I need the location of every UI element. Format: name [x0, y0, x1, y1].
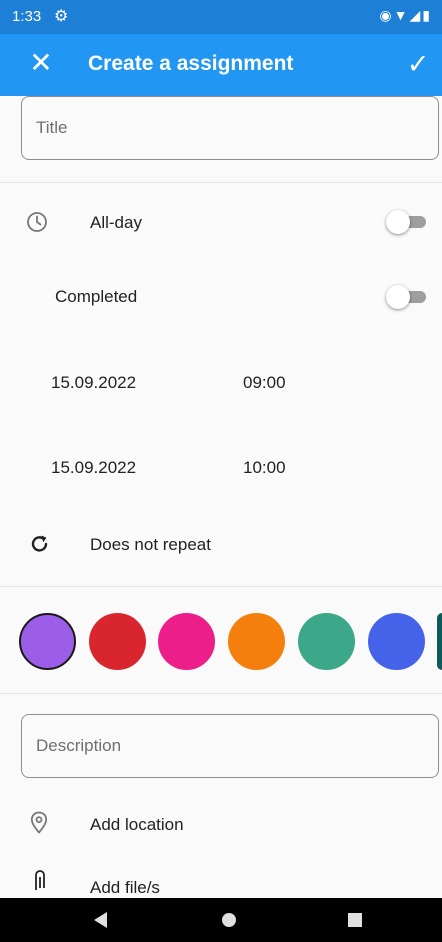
- all-day-switch[interactable]: [386, 210, 428, 234]
- description-input[interactable]: [21, 714, 439, 778]
- title-input[interactable]: [21, 96, 439, 160]
- repeat-option[interactable]: Does not repeat: [90, 535, 211, 555]
- color-swatch-pink[interactable]: [158, 613, 215, 670]
- color-swatch-orange[interactable]: [228, 613, 285, 670]
- divider: [0, 182, 442, 183]
- switch-thumb: [386, 210, 410, 234]
- recents-icon[interactable]: [340, 898, 370, 942]
- location-pin-icon: [30, 811, 48, 834]
- gear-icon: ⚙: [54, 8, 69, 25]
- navigation-bar: [0, 898, 442, 942]
- completed-switch[interactable]: [386, 285, 428, 309]
- app-bar: ✕ Create a assignment ✓: [0, 34, 442, 96]
- system-icons: ◉▼◢▮: [379, 7, 432, 24]
- signal-icon: ◢: [409, 7, 423, 23]
- clock-icon: [27, 212, 47, 232]
- all-day-label: All-day: [90, 213, 142, 232]
- divider: [0, 586, 442, 587]
- end-time[interactable]: 10:00: [243, 458, 286, 478]
- page-title: Create a assignment: [88, 52, 294, 75]
- color-swatch-blue[interactable]: [368, 613, 425, 670]
- close-icon[interactable]: ✕: [26, 48, 56, 78]
- start-time[interactable]: 09:00: [243, 373, 286, 393]
- color-swatch-purple-selected[interactable]: [19, 613, 76, 670]
- switch-thumb: [386, 285, 410, 309]
- status-bar: 1:33 ⚙ ◉▼◢▮: [0, 0, 442, 34]
- back-icon[interactable]: [86, 898, 116, 942]
- color-swatch-red[interactable]: [89, 613, 146, 670]
- add-location-button[interactable]: Add location: [90, 815, 184, 835]
- check-icon[interactable]: ✓: [402, 48, 434, 80]
- completed-label: Completed: [55, 287, 138, 306]
- attachment-icon: [35, 870, 45, 890]
- start-date[interactable]: 15.09.2022: [51, 373, 136, 393]
- wifi-icon: ▼: [393, 7, 410, 23]
- home-icon[interactable]: [214, 898, 244, 942]
- vibrate-icon: ◉: [379, 7, 394, 23]
- color-swatch-green[interactable]: [298, 613, 355, 670]
- refresh-icon: [31, 535, 48, 552]
- color-swatch-teal[interactable]: [437, 613, 442, 670]
- add-files-button[interactable]: Add file/s: [90, 878, 160, 898]
- divider: [0, 693, 442, 694]
- battery-icon: ▮: [422, 7, 432, 23]
- status-time: 1:33: [12, 8, 42, 25]
- end-date[interactable]: 15.09.2022: [51, 458, 136, 478]
